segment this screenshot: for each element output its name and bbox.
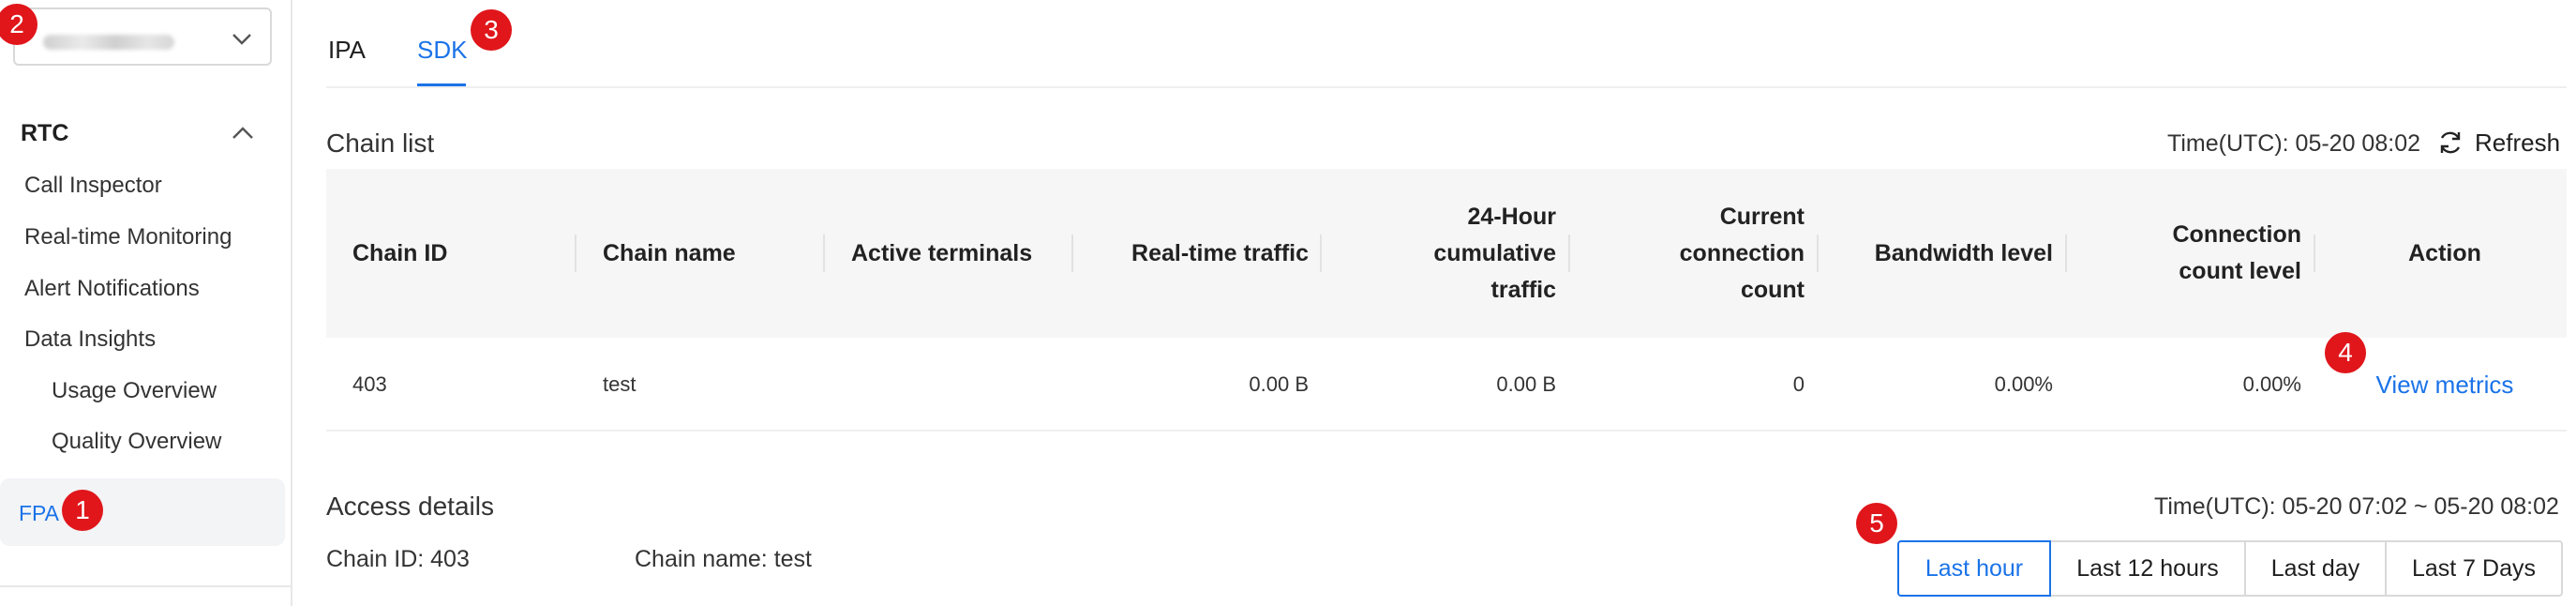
sidebar-item-realtime-monitoring[interactable]: Real-time Monitoring [24,221,232,253]
range-last-hour-button[interactable]: Last hour [1897,540,2051,597]
refresh-icon[interactable] [2437,129,2464,156]
chain-list-title: Chain list [326,129,435,158]
access-chain-id: Chain ID: 403 [326,546,470,572]
sidebar-item-label: FPA [19,501,60,525]
annotation-badge: 4 [2325,332,2366,373]
sidebar-section-label: RTC [21,120,69,146]
col-active-terminals: Active terminals [851,239,1033,266]
range-last-7-days-button[interactable]: Last 7 Days [2385,540,2563,597]
access-details-time-range: Time(UTC): 05-20 07:02 ~ 05-20 08:02 [2154,493,2559,520]
chevron-up-icon [232,127,253,139]
col-separator [823,235,825,272]
col-bandwidth-level: Bandwidth level [1874,239,2053,266]
annotation-badge: 3 [471,9,512,51]
sidebar: RTC Call Inspector Real-time Monitoring … [0,0,292,606]
col-chain-id: Chain ID [352,239,448,266]
annotation-badge: 5 [1856,503,1897,544]
chevron-down-icon [232,34,251,45]
col-separator [1071,235,1073,272]
col-separator [2065,235,2067,272]
sidebar-item-call-inspector[interactable]: Call Inspector [24,170,162,202]
annotation-badge: 1 [62,490,103,531]
col-24h-cumulative-traffic: 24-Hour cumulative traffic [1433,203,1556,303]
cell-chain-name: test [603,372,637,396]
sidebar-item-fpa[interactable]: FPA [0,478,285,546]
col-current-connection-count: Current connection count [1679,203,1805,303]
sidebar-item-quality-overview[interactable]: Quality Overview [52,426,221,458]
cell-connection-count-level: 0.00% [2242,372,2301,396]
col-separator [2314,235,2315,272]
access-chain-name: Chain name: test [635,546,812,572]
sidebar-section-rtc[interactable]: RTC [21,114,255,152]
access-details-title: Access details [326,492,494,521]
col-separator [1568,235,1570,272]
tab-ipa[interactable]: IPA [328,32,366,68]
cell-cumulative-traffic: 0.00 B [1496,372,1556,396]
col-separator [575,235,577,272]
refresh-button[interactable]: Refresh [2475,126,2560,159]
col-realtime-traffic: Real-time traffic [1131,239,1309,266]
col-connection-count-level: Connection count level [2172,221,2302,284]
project-name-redacted [43,35,174,50]
col-action: Action [2408,239,2481,266]
table-row: 403 test 0.00 B 0.00 B 0 0.00% 0.00% Vie… [326,338,2567,432]
col-chain-name: Chain name [603,239,736,266]
view-metrics-link[interactable]: View metrics [2332,366,2557,403]
tab-sdk[interactable]: SDK [417,32,467,68]
cell-realtime-traffic: 0.00 B [1249,372,1309,396]
range-last-12-hours-button[interactable]: Last 12 hours [2049,540,2246,597]
sidebar-divider [0,585,291,587]
sidebar-item-alert-notifications[interactable]: Alert Notifications [24,273,200,305]
cell-chain-id: 403 [352,372,387,396]
cell-connection-count: 0 [1792,372,1805,396]
col-separator [1817,235,1819,272]
time-range-selector: Last hour Last 12 hours Last day Last 7 … [1897,540,2563,597]
tabs-divider [326,86,2567,88]
table-header: Chain ID Chain name Active terminals Rea… [326,169,2567,338]
cell-bandwidth-level: 0.00% [1994,372,2053,396]
range-last-day-button[interactable]: Last day [2244,540,2387,597]
sidebar-item-data-insights[interactable]: Data Insights [24,324,156,356]
col-separator [1320,235,1322,272]
project-select[interactable] [13,8,272,66]
chain-list-time: Time(UTC): 05-20 08:02 [2167,130,2420,157]
sidebar-item-usage-overview[interactable]: Usage Overview [52,375,217,407]
